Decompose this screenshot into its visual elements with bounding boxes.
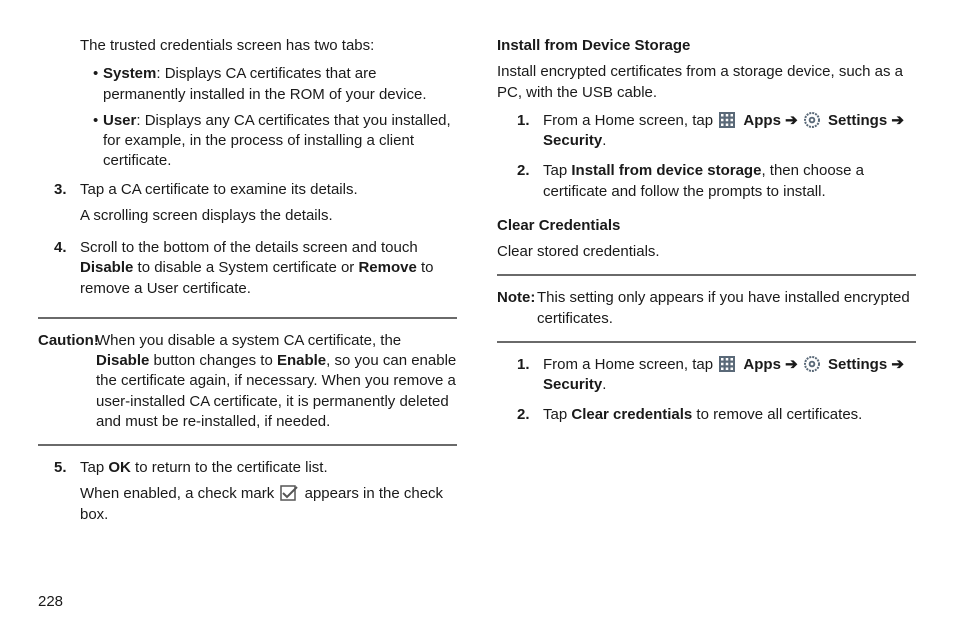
bullet-system-text: System: Displays CA certificates that ar… <box>103 64 457 105</box>
step-5-body: Tap OK to return to the certificate list… <box>80 458 457 531</box>
settings-icon <box>804 112 822 128</box>
step-3-body: Tap a CA certificate to examine its deta… <box>80 180 457 233</box>
step-3-line1: Tap a CA certificate to examine its deta… <box>80 180 457 200</box>
divider <box>497 341 916 343</box>
clear-step-1-number: 1. <box>517 355 543 400</box>
caution-pre: When you disable a system CA certificate… <box>96 332 401 349</box>
caution-text: When you disable a system CA certificate… <box>96 331 457 432</box>
divider <box>38 444 457 446</box>
install-s1-apps: Apps <box>743 112 781 129</box>
bullet-dot: • <box>93 111 103 172</box>
step-4: 4. Scroll to the bottom of the details s… <box>54 238 457 305</box>
install-step-1: 1. From a Home screen, tap Apps ➔ <box>517 111 916 156</box>
clear-intro: Clear stored credentials. <box>497 242 916 262</box>
install-s2-bold: Install from device storage <box>571 162 761 179</box>
clear-step-1: 1. From a Home screen, tap Apps ➔ <box>517 355 916 400</box>
bullet-dot: • <box>93 64 103 105</box>
install-s1-settings: Settings <box>828 112 887 129</box>
note-block: Note: This setting only appears if you h… <box>497 288 916 329</box>
install-step-2-body: Tap Install from device storage, then ch… <box>543 161 916 206</box>
arrow-icon: ➔ <box>891 356 904 373</box>
caution-mid: button changes to <box>149 352 277 369</box>
arrow-icon: ➔ <box>785 112 798 129</box>
caution-enable: Enable <box>277 352 326 369</box>
step-5: 5. Tap OK to return to the certificate l… <box>54 458 457 531</box>
install-heading: Install from Device Storage <box>497 36 916 56</box>
install-step-1-number: 1. <box>517 111 543 156</box>
clear-s2-post: to remove all certificates. <box>692 406 862 423</box>
install-intro: Install encrypted certificates from a st… <box>497 62 916 103</box>
install-step-1-body: From a Home screen, tap Apps ➔ <box>543 111 916 156</box>
bullet-user: • User: Displays any CA certificates tha… <box>93 111 457 172</box>
settings-icon <box>804 356 822 372</box>
clear-heading: Clear Credentials <box>497 216 916 236</box>
step-5-post: to return to the certificate list. <box>131 459 328 476</box>
step-4-number: 4. <box>54 238 80 305</box>
caution-label: Caution! <box>38 331 96 351</box>
caution-block: Caution! When you disable a system CA ce… <box>38 331 457 432</box>
page-number: 228 <box>38 592 63 612</box>
install-s1-security: Security <box>543 132 602 149</box>
arrow-icon: ➔ <box>785 356 798 373</box>
checkmark-icon <box>280 485 298 501</box>
bullet-system: • System: Displays CA certificates that … <box>93 64 457 105</box>
install-s2-pre: Tap <box>543 162 571 179</box>
clear-s1-apps: Apps <box>743 356 781 373</box>
step-4-body: Scroll to the bottom of the details scre… <box>80 238 457 305</box>
step-5-ok: OK <box>108 459 131 476</box>
note-label: Note: <box>497 288 537 308</box>
arrow-icon: ➔ <box>891 112 904 129</box>
right-column: Install from Device Storage Install encr… <box>497 36 916 616</box>
clear-step-2: 2. Tap Clear credentials to remove all c… <box>517 405 916 429</box>
note-text: This setting only appears if you have in… <box>537 288 916 329</box>
bullet-system-label: System <box>103 65 156 82</box>
step-3-line2: A scrolling screen displays the details. <box>80 206 457 226</box>
clear-s2-pre: Tap <box>543 406 571 423</box>
install-step-2: 2. Tap Install from device storage, then… <box>517 161 916 206</box>
tabs-bullet-list: • System: Displays CA certificates that … <box>93 64 457 171</box>
left-column: The trusted credentials screen has two t… <box>38 36 457 616</box>
clear-s2-bold: Clear credentials <box>571 406 692 423</box>
clear-step-2-body: Tap Clear credentials to remove all cert… <box>543 405 916 429</box>
install-s1-dot: . <box>602 132 606 149</box>
bullet-user-label: User <box>103 112 136 129</box>
clear-step-1-body: From a Home screen, tap Apps ➔ <box>543 355 916 400</box>
divider <box>497 274 916 276</box>
bullet-user-desc: : Displays any CA certificates that you … <box>103 112 451 170</box>
clear-step-2-number: 2. <box>517 405 543 429</box>
clear-s1-settings: Settings <box>828 356 887 373</box>
step-4-remove: Remove <box>358 259 416 276</box>
clear-s1-security: Security <box>543 376 602 393</box>
caution-disable: Disable <box>96 352 149 369</box>
install-step-2-number: 2. <box>517 161 543 206</box>
clear-s1-pre: From a Home screen, tap <box>543 356 717 373</box>
step-3-number: 3. <box>54 180 80 233</box>
step-5-l2a: When enabled, a check mark <box>80 485 278 502</box>
clear-s1-dot: . <box>602 376 606 393</box>
apps-icon <box>719 356 737 372</box>
trusted-creds-intro: The trusted credentials screen has two t… <box>80 36 457 56</box>
step-4-disable: Disable <box>80 259 133 276</box>
step-4-mid: to disable a System certificate or <box>133 259 358 276</box>
bullet-user-text: User: Displays any CA certificates that … <box>103 111 457 172</box>
apps-icon <box>719 112 737 128</box>
manual-page: The trusted credentials screen has two t… <box>0 0 954 636</box>
step-5-pre: Tap <box>80 459 108 476</box>
install-s1-pre: From a Home screen, tap <box>543 112 717 129</box>
step-4-pre: Scroll to the bottom of the details scre… <box>80 239 418 256</box>
step-3: 3. Tap a CA certificate to examine its d… <box>54 180 457 233</box>
step-5-number: 5. <box>54 458 80 531</box>
divider <box>38 317 457 319</box>
